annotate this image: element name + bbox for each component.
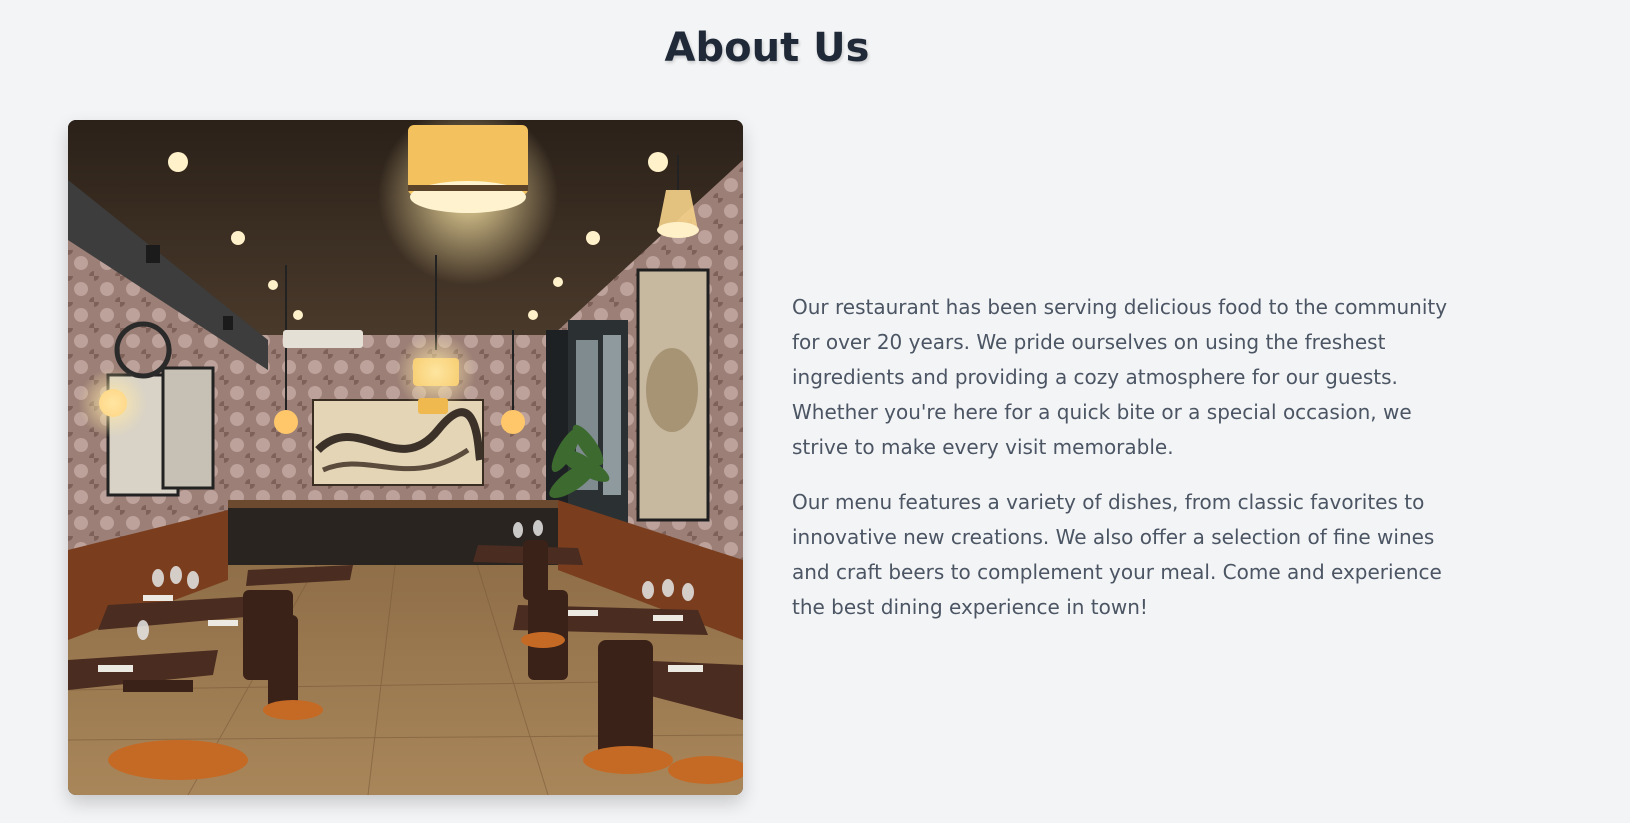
about-paragraph-1: Our restaurant has been serving deliciou… [792,295,1448,459]
about-text: Our restaurant has been serving deliciou… [792,290,1472,645]
about-paragraph-2: Our menu features a variety of dishes, f… [792,490,1442,619]
restaurant-interior-illustration [68,120,743,795]
page-title: About Us [664,25,870,71]
restaurant-interior-image [68,120,743,795]
